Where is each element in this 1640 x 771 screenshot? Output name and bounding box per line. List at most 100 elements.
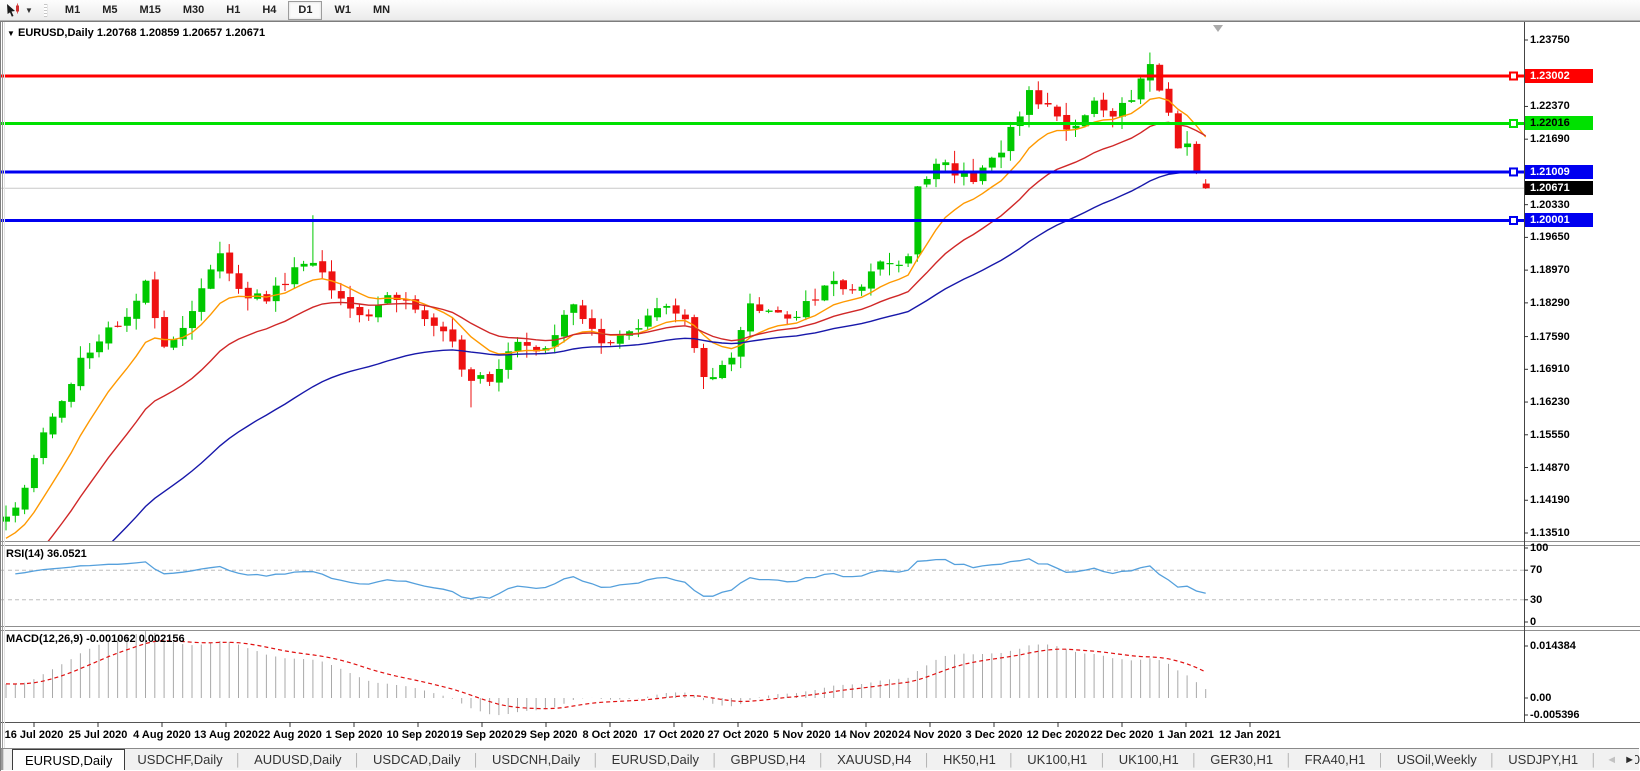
- tab-separator: │: [1489, 749, 1497, 770]
- timeframe-button-d1[interactable]: D1: [288, 1, 322, 20]
- date-axis-label: 3 Dec 2020: [966, 729, 1023, 741]
- price-axis-tick: 1.22370: [1530, 100, 1570, 112]
- tabs-scroll-left-icon[interactable]: ◄: [1606, 754, 1617, 766]
- price-axis-tick: 1.17590: [1530, 331, 1570, 343]
- date-axis-label: 25 Jul 2020: [69, 729, 128, 741]
- price-axis-tick: 1.21690: [1530, 133, 1570, 145]
- chart-tab-eurusd-daily[interactable]: EURUSD,Daily: [12, 749, 125, 770]
- timeframe-button-m5[interactable]: M5: [92, 1, 127, 20]
- rsi-axis-tick: 30: [1530, 594, 1542, 606]
- price-axis-tick: 1.15550: [1530, 429, 1570, 441]
- rsi-axis-tick: 0: [1530, 616, 1536, 628]
- chart-tab-eurusd-daily[interactable]: EURUSD,Daily: [600, 749, 711, 770]
- date-axis-label: 1 Jan 2021: [1158, 729, 1214, 741]
- chart-cursor-icon: [5, 3, 21, 17]
- price-chart-canvas[interactable]: [1, 22, 1640, 771]
- chart-tab-usdcad-daily[interactable]: USDCAD,Daily: [361, 749, 472, 770]
- tab-separator: │: [1191, 749, 1199, 770]
- rsi-indicator-value: 36.0521: [47, 548, 87, 560]
- price-axis-tick: 1.14870: [1530, 462, 1570, 474]
- collapse-indicator-icon[interactable]: ▼: [7, 29, 15, 38]
- chart-tabs-bar: EURUSD,DailyUSDCHF,Daily│AUDUSD,Daily│US…: [1, 748, 1639, 770]
- price-line-tag: 1.23002: [1525, 69, 1593, 83]
- price-line-tag: 1.22016: [1525, 116, 1593, 130]
- chart-window: 1.237501.223701.216901.203301.196501.189…: [0, 21, 1640, 771]
- tab-separator: │: [1285, 749, 1293, 770]
- date-axis-label: 8 Oct 2020: [582, 729, 637, 741]
- chart-tab-uk100-h1[interactable]: UK100,H1: [1107, 749, 1191, 770]
- date-axis-label: 12 Dec 2020: [1027, 729, 1090, 741]
- chart-shift-marker[interactable]: [1213, 25, 1223, 32]
- chart-tab-xauusd-h4[interactable]: XAUUSD,H4: [825, 749, 923, 770]
- timeframe-button-w1[interactable]: W1: [324, 1, 361, 20]
- price-axis-tick: 1.18290: [1530, 297, 1570, 309]
- tab-separator: │: [1590, 749, 1598, 770]
- rsi-axis-tick: 100: [1530, 542, 1548, 554]
- date-axis-label: 22 Aug 2020: [258, 729, 322, 741]
- chart-title-ohlc: 1.20768 1.20859 1.20657 1.20671: [97, 27, 265, 39]
- price-axis-tick: 1.16230: [1530, 396, 1570, 408]
- date-axis-label: 4 Aug 2020: [133, 729, 191, 741]
- tab-separator: │: [354, 749, 362, 770]
- tab-separator: │: [1008, 749, 1016, 770]
- timeframe-toolbar: ▼ M1M5M15M30H1H4D1W1MN: [0, 0, 1640, 21]
- chart-tab-uk100-h1[interactable]: UK100,H1: [1015, 749, 1099, 770]
- macd-label: MACD(12,26,9) -0.001062 0.002156: [6, 633, 185, 645]
- line-handle: [1510, 120, 1517, 127]
- macd-axis-tick: 0.00: [1530, 692, 1551, 704]
- date-axis-label: 13 Aug 2020: [194, 729, 258, 741]
- macd-axis-tick: -0.005396: [1530, 709, 1580, 721]
- tab-separator: │: [924, 749, 932, 770]
- chart-tab-usdjpy-h1[interactable]: USDJPY,H1: [1496, 749, 1590, 770]
- chart-tab-usoil-weekly[interactable]: USOil,Weekly: [1385, 749, 1489, 770]
- chart-tab-hk50-h1[interactable]: HK50,H1: [931, 749, 1008, 770]
- timeframe-button-h4[interactable]: H4: [252, 1, 286, 20]
- price-axis-tick: 1.14190: [1530, 494, 1570, 506]
- price-axis-tick: 1.13510: [1530, 527, 1570, 539]
- current-price-tag: 1.20671: [1525, 181, 1593, 195]
- timeframe-button-mn[interactable]: MN: [363, 1, 400, 20]
- line-handle: [1510, 217, 1517, 224]
- chart-cursor-tool[interactable]: ▼: [0, 0, 38, 20]
- tab-separator: │: [818, 749, 826, 770]
- chart-background: [1, 22, 1640, 771]
- date-axis-label: 27 Oct 2020: [707, 729, 768, 741]
- date-axis-label: 22 Dec 2020: [1091, 729, 1154, 741]
- date-axis-label: 17 Oct 2020: [643, 729, 704, 741]
- rsi-axis-tick: 70: [1530, 564, 1542, 576]
- tab-separator: │: [1377, 749, 1385, 770]
- tab-separator: │: [711, 749, 719, 770]
- price-axis-tick: 1.16910: [1530, 363, 1570, 375]
- macd-indicator-name: MACD(12,26,9): [6, 633, 83, 645]
- chart-tab-usdcnh-daily[interactable]: USDCNH,Daily: [480, 749, 592, 770]
- tabs-scroll-arrows: ◄►: [1600, 749, 1635, 770]
- toolbar-grip[interactable]: [44, 4, 48, 17]
- date-axis-label: 16 Jul 2020: [5, 729, 64, 741]
- chart-tab-gbpusd-h4[interactable]: GBPUSD,H4: [718, 749, 817, 770]
- tabsbar-grip: [1, 749, 4, 770]
- date-axis-label: 12 Jan 2021: [1219, 729, 1281, 741]
- chart-tab-audusd-daily[interactable]: AUDUSD,Daily: [242, 749, 353, 770]
- tabs-scroll-right-icon[interactable]: ►: [1624, 754, 1635, 766]
- chart-tab-fra40-h1[interactable]: FRA40,H1: [1293, 749, 1378, 770]
- timeframe-buttons: M1M5M15M30H1H4D1W1MN: [54, 0, 401, 20]
- date-axis-label: 5 Nov 2020: [773, 729, 830, 741]
- macd-indicator-values: -0.001062 0.002156: [86, 633, 184, 645]
- tab-separator: │: [592, 749, 600, 770]
- timeframe-button-m30[interactable]: M30: [173, 1, 214, 20]
- chart-tab-ger30-h1[interactable]: GER30,H1: [1198, 749, 1285, 770]
- tab-separator: │: [235, 749, 243, 770]
- price-axis-tick: 1.18970: [1530, 264, 1570, 276]
- mt4-application: ▼ M1M5M15M30H1H4D1W1MN 1.237501.223701.2…: [0, 0, 1640, 771]
- chart-tab-usdchf-daily[interactable]: USDCHF,Daily: [125, 749, 234, 770]
- date-axis-label: 14 Nov 2020: [834, 729, 898, 741]
- timeframe-button-m15[interactable]: M15: [129, 1, 170, 20]
- date-axis-label: 19 Sep 2020: [451, 729, 514, 741]
- date-axis-label: 10 Sep 2020: [387, 729, 450, 741]
- timeframe-button-h1[interactable]: H1: [216, 1, 250, 20]
- line-handle: [1510, 73, 1517, 80]
- chevron-down-icon: ▼: [25, 6, 33, 15]
- timeframe-button-m1[interactable]: M1: [55, 1, 90, 20]
- price-line-tag: 1.21009: [1525, 165, 1593, 179]
- tab-separator: │: [1099, 749, 1107, 770]
